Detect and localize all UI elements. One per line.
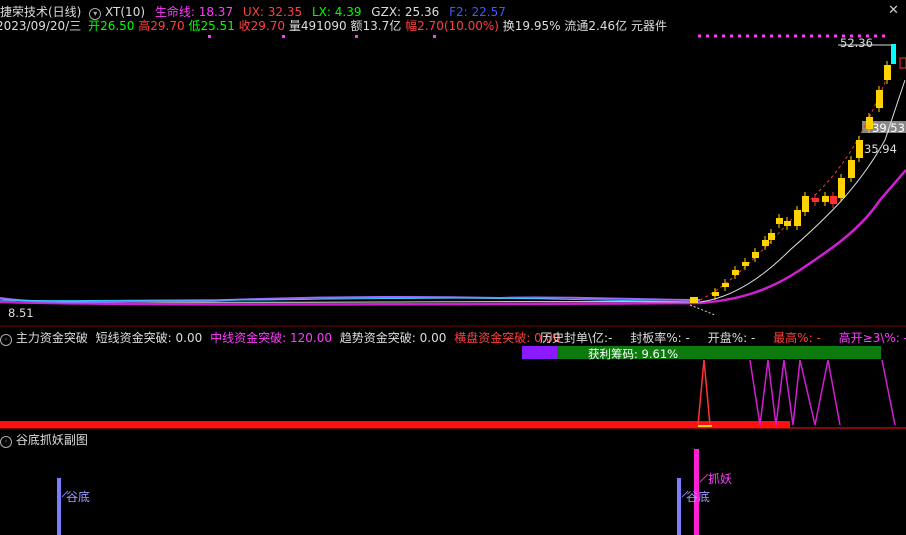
circle-settings-icon[interactable]: ◦ <box>0 334 12 346</box>
price-label-low: 8.51 <box>8 306 34 320</box>
candle-body <box>856 140 863 158</box>
candle-body-hollow <box>899 57 906 69</box>
demon-arrow <box>699 473 709 483</box>
stat-seal-rate: 封板率%: - <box>630 331 690 345</box>
candle-body <box>838 178 845 198</box>
valley-marker-2 <box>677 478 681 535</box>
candle-body <box>712 292 719 296</box>
stat-history-seal: 历史封单\亿:- <box>540 331 613 345</box>
red-base-bar <box>0 421 790 428</box>
candles <box>712 44 906 300</box>
panel3-header: ◦ 谷底抓妖副图 <box>0 431 88 448</box>
panel3-title[interactable]: 谷底抓妖副图 <box>16 433 88 447</box>
candle-body <box>722 283 729 287</box>
candle-body <box>812 198 819 202</box>
candle-body <box>830 196 837 204</box>
candle-body <box>752 252 759 258</box>
panel2-stats: 历史封单\亿:- 封板率%: - 开盘%: - 最高%: - 高开≥3\%: - <box>540 329 906 346</box>
candle-body-down <box>891 44 896 64</box>
candle-body <box>784 221 791 226</box>
panel2-title[interactable]: 主力资金突破 <box>16 331 88 345</box>
profit-chip-label: 获利筹码: 9.61% <box>588 347 679 361</box>
candle-body <box>822 196 829 202</box>
signal-tail-magenta <box>881 359 896 426</box>
price-label-mid: 39.53 <box>872 121 905 135</box>
candle-body <box>776 218 783 224</box>
circle-settings-icon[interactable]: ◦ <box>0 436 12 448</box>
candle-body <box>768 233 775 240</box>
stat-open: 开盘%: - <box>707 331 756 345</box>
panel2-header: ◦ 主力资金突破 短线资金突破: 0.00 中线资金突破: 120.00 趋势资… <box>0 329 561 346</box>
candle-body <box>802 196 809 212</box>
price-label-mid2: 35.94 <box>864 142 897 156</box>
price-label-high: 52.36 <box>840 36 873 50</box>
valley-label-1: 谷底 <box>66 490 91 504</box>
candle-body <box>732 270 739 275</box>
panel2-field-trend: 趋势资金突破: 0.00 <box>339 331 447 345</box>
valley-marker-1 <box>57 478 61 535</box>
ma-white-line <box>0 79 906 303</box>
candle-body <box>742 262 749 266</box>
panel2-field-mid: 中线资金突破: 120.00 <box>210 331 332 345</box>
profit-chip-purple <box>522 346 557 359</box>
demon-label: 抓妖 <box>708 472 733 486</box>
top-dot-markers <box>208 35 436 38</box>
kline-chart[interactable] <box>0 0 906 535</box>
candle-body <box>884 65 891 80</box>
valley-label-2: 谷底 <box>686 490 711 504</box>
candle-body <box>848 160 855 178</box>
stat-high-open: 高开≥3\%: - <box>838 331 906 345</box>
panel2-field-short: 短线资金突破: 0.00 <box>95 331 203 345</box>
signal-zigzag-magenta <box>749 359 841 426</box>
candle-base <box>690 297 698 303</box>
ma-red-dashed-line <box>699 69 891 301</box>
candle-body <box>762 240 769 246</box>
ma-tail-line <box>689 304 716 316</box>
stat-highest: 最高%: - <box>773 331 821 345</box>
candle-body <box>876 90 883 108</box>
candle-body <box>794 210 801 226</box>
signal-spike-red <box>697 359 711 426</box>
